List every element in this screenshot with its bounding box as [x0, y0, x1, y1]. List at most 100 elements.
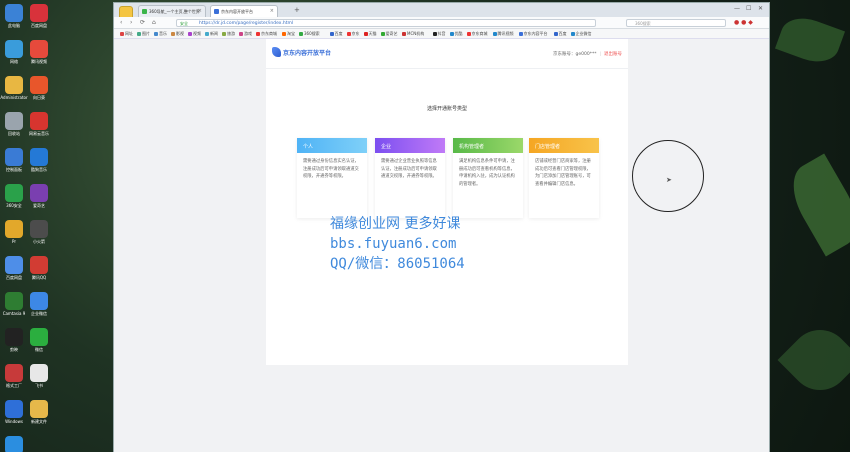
close-window-icon[interactable]: ✕	[758, 5, 763, 12]
desktop-icon-label: 新建文件	[31, 419, 47, 424]
bookmark-item[interactable]: 游戏	[239, 31, 252, 37]
desktop-icon[interactable]: 剪映	[0, 328, 28, 352]
bookmark-item[interactable]: 腾讯视频	[492, 31, 514, 37]
bookmark-item[interactable]: 京东商城	[256, 31, 277, 37]
back-button[interactable]: ‹	[120, 19, 122, 26]
bookmark-item[interactable]: 影视	[171, 31, 184, 37]
bookmark-favicon	[282, 31, 286, 36]
desktop-icon-label: Camtasia 9	[2, 311, 26, 316]
desktop-icon[interactable]: 小火箭	[25, 220, 53, 244]
new-tab-button[interactable]: +	[294, 6, 300, 14]
desktop-icon-label: 酷狗音乐	[31, 167, 47, 172]
desktop-icon[interactable]: Camtasia 9	[0, 292, 28, 316]
desktop-icon[interactable]: 腾讯视频	[0, 436, 28, 452]
bookmark-item[interactable]: 图片	[137, 31, 150, 37]
app-icon	[5, 400, 23, 418]
close-icon[interactable]: ×	[198, 8, 202, 14]
extension-icons[interactable]: ● ● ◆	[734, 19, 753, 26]
bookmark-item[interactable]: 淘宝	[282, 31, 295, 37]
bookmark-label: 京东商城	[261, 31, 277, 36]
bookmark-label: 360搜索	[304, 31, 320, 36]
desktop-icon[interactable]: 微信	[25, 328, 53, 352]
bookmark-item[interactable]: 爱奇艺	[380, 31, 398, 37]
bookmark-item[interactable]: 优酷	[449, 31, 463, 37]
card-personal[interactable]: 个人 需要通过身份信息实名认证，注册成功后可申请领取通道交权限，开通券等权限。	[297, 138, 367, 218]
bookmark-label: 视频	[193, 31, 201, 36]
close-icon[interactable]: ×	[270, 8, 274, 14]
desktop-icon[interactable]: 百度网盘	[0, 256, 28, 280]
bookmark-item[interactable]: 抖音	[432, 31, 446, 37]
app-icon	[5, 256, 23, 274]
bookmark-item[interactable]: 旅游	[222, 31, 235, 37]
jd-logo[interactable]: 京东内容开放平台	[272, 47, 331, 57]
desktop-icon-label: Windows	[5, 419, 23, 424]
desktop-icon[interactable]: 腾讯视频	[25, 40, 53, 64]
url-input[interactable]: 安全 https://dr.jd.com/page/register/index…	[176, 19, 596, 27]
bookmark-item[interactable]: 企业微信	[570, 31, 592, 37]
bookmark-item[interactable]: 京东	[346, 31, 360, 37]
forward-button[interactable]: ›	[130, 19, 132, 26]
home-button[interactable]: ⌂	[152, 19, 156, 26]
bookmark-item[interactable]: 京东商城	[466, 31, 488, 37]
desktop-icon[interactable]: 回收站	[0, 112, 28, 136]
desktop-icon[interactable]: 360安全	[0, 184, 28, 208]
desktop-icon[interactable]: 腾讯QQ	[25, 256, 53, 280]
desktop-icon-label: 控制面板	[6, 167, 22, 172]
desktop-icon[interactable]: 百度网盘	[25, 4, 53, 28]
bookmark-item[interactable]: 天猫	[363, 31, 377, 37]
bookmark-item[interactable]: 百度	[329, 31, 343, 37]
bookmark-item[interactable]: 网址	[120, 31, 133, 37]
app-icon	[30, 292, 48, 310]
desktop-icon-label: 小火箭	[33, 239, 45, 244]
card-agency-manager[interactable]: 机构管理者 满足机构信息条件可申请，注册成功后可查看机构等信息，申请机构入驻，成…	[453, 138, 523, 218]
app-icon	[30, 112, 48, 130]
tab-bar: 360导航_一个主页,整个世界 × 京东内容开放平台 × + — ☐ ✕	[114, 3, 769, 20]
desktop-icon[interactable]: Pr	[0, 220, 28, 244]
bookmark-item[interactable]: 360搜索	[299, 31, 320, 37]
card-enterprise[interactable]: 企业 需要通过企业营业执照等信息认证，注册成功后可申请领取通道交权限，开通券等权…	[375, 138, 445, 218]
desktop-icon[interactable]: 爱奇艺	[25, 184, 53, 208]
desktop-icon[interactable]: 新建文件	[25, 400, 53, 424]
watermark-line: bbs.fuyuan6.com	[330, 236, 457, 252]
bookmark-label: 淘宝	[287, 31, 295, 36]
desktop-icon[interactable]: 企业微信	[25, 292, 53, 316]
bookmark-favicon	[432, 31, 437, 36]
desktop-icons: 此电脑 百度网盘 网络 腾讯视频 Administrator 向日葵 回收站 网易云音乐 控制面…	[0, 0, 58, 452]
tab-jd-content[interactable]: 京东内容开放平台 ×	[210, 5, 278, 17]
desktop-icon[interactable]: 向日葵	[25, 76, 53, 100]
bookmark-label: 优酷	[454, 31, 463, 36]
desktop-icon[interactable]: 酷狗音乐	[25, 148, 53, 172]
desktop-icon[interactable]: 网易云音乐	[25, 112, 53, 136]
desktop-icon[interactable]: 格式工厂	[0, 364, 28, 388]
app-icon	[30, 400, 48, 418]
desktop-icon[interactable]: 网络	[0, 40, 28, 64]
card-store-manager[interactable]: 门店管理者 店铺或经营门店商家等，注册成功后可查看门店管理权限，为门店添加门店管…	[529, 138, 599, 218]
bookmark-item[interactable]: 音乐	[154, 31, 167, 37]
desktop-icon[interactable]: Administrator	[0, 76, 28, 100]
app-icon	[30, 328, 48, 346]
bookmark-favicon	[402, 31, 406, 36]
bookmark-favicon	[171, 31, 175, 36]
desktop-icon[interactable]: 此电脑	[0, 4, 28, 28]
desktop-icon[interactable]: Windows	[0, 400, 28, 424]
desktop-icon[interactable]: 飞书	[25, 364, 53, 388]
tab-360-nav[interactable]: 360导航_一个主页,整个世界 ×	[138, 5, 206, 17]
app-icon	[30, 256, 48, 274]
logout-link[interactable]: 退出账号	[604, 52, 622, 57]
bookmark-favicon	[154, 31, 158, 36]
search-input[interactable]: 360搜索	[626, 19, 726, 27]
desktop-icon-label: 回收站	[8, 131, 20, 136]
bookmark-item[interactable]: 百度	[553, 31, 567, 37]
bookmark-favicon	[188, 31, 192, 36]
bookmark-favicon	[492, 31, 497, 36]
minimize-icon[interactable]: —	[734, 5, 740, 12]
desktop-icon-label: Pr	[12, 239, 16, 244]
bookmark-item[interactable]: 京东内容平台	[518, 31, 548, 37]
desktop-icon[interactable]: 控制面板	[0, 148, 28, 172]
maximize-icon[interactable]: ☐	[746, 5, 751, 12]
bookmark-item[interactable]: 视频	[188, 31, 201, 37]
bookmark-item[interactable]: MCN机构	[402, 31, 424, 37]
bookmark-item[interactable]: 新闻	[205, 31, 218, 37]
mouse-cursor-icon: ➤	[666, 176, 672, 184]
refresh-button[interactable]: ⟳	[140, 19, 145, 26]
